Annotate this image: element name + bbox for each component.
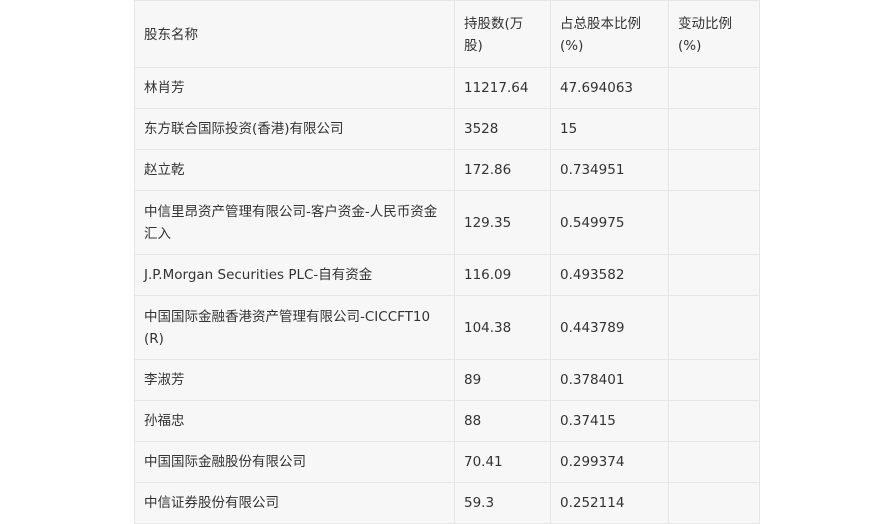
cell-name: J.P.Morgan Securities PLC-自有资金: [134, 254, 455, 296]
cell-shares: 11217.64: [454, 67, 551, 109]
shareholder-table: 股东名称 持股数(万股) 占总股本比例(%) 变动比例(%) 林肖芳 11217…: [134, 0, 760, 524]
cell-shares: 59.3: [454, 482, 551, 524]
header-change: 变动比例(%): [668, 0, 760, 68]
cell-name: 赵立乾: [134, 149, 455, 191]
table-row: 林肖芳 11217.64 47.694063: [134, 67, 760, 109]
table-row: 中信里昂资产管理有限公司-客户资金-人民币资金汇入 129.35 0.54997…: [134, 190, 760, 255]
cell-ratio: 47.694063: [550, 67, 669, 109]
cell-name: 中信里昂资产管理有限公司-客户资金-人民币资金汇入: [134, 190, 455, 255]
cell-ratio: 0.734951: [550, 149, 669, 191]
cell-shares: 104.38: [454, 295, 551, 360]
cell-name: 孙福忠: [134, 400, 455, 442]
cell-name: 中国国际金融香港资产管理有限公司-CICCFT10(R): [134, 295, 455, 360]
cell-ratio: 0.37415: [550, 400, 669, 442]
cell-name: 中信证券股份有限公司: [134, 482, 455, 524]
header-ratio: 占总股本比例(%): [550, 0, 669, 68]
cell-ratio: 0.493582: [550, 254, 669, 296]
table-row: J.P.Morgan Securities PLC-自有资金 116.09 0.…: [134, 254, 760, 296]
header-shareholder-name: 股东名称: [134, 0, 455, 68]
cell-change: [668, 149, 760, 191]
cell-ratio: 0.299374: [550, 441, 669, 483]
table-row: 中信证券股份有限公司 59.3 0.252114: [134, 482, 760, 524]
table-header-row: 股东名称 持股数(万股) 占总股本比例(%) 变动比例(%): [134, 0, 760, 68]
table-row: 中国国际金融香港资产管理有限公司-CICCFT10(R) 104.38 0.44…: [134, 295, 760, 360]
cell-shares: 3528: [454, 108, 551, 150]
cell-change: [668, 67, 760, 109]
cell-name: 林肖芳: [134, 67, 455, 109]
cell-name: 李淑芳: [134, 359, 455, 401]
cell-ratio: 0.378401: [550, 359, 669, 401]
cell-ratio: 0.549975: [550, 190, 669, 255]
cell-name: 中国国际金融股份有限公司: [134, 441, 455, 483]
cell-shares: 89: [454, 359, 551, 401]
cell-change: [668, 400, 760, 442]
cell-shares: 88: [454, 400, 551, 442]
cell-ratio: 0.443789: [550, 295, 669, 360]
table-row: 赵立乾 172.86 0.734951: [134, 149, 760, 191]
cell-ratio: 0.252114: [550, 482, 669, 524]
cell-change: [668, 254, 760, 296]
cell-change: [668, 441, 760, 483]
table-row: 中国国际金融股份有限公司 70.41 0.299374: [134, 441, 760, 483]
header-shares: 持股数(万股): [454, 0, 551, 68]
cell-shares: 129.35: [454, 190, 551, 255]
shareholder-table-container: 股东名称 持股数(万股) 占总股本比例(%) 变动比例(%) 林肖芳 11217…: [134, 0, 760, 524]
cell-shares: 172.86: [454, 149, 551, 191]
cell-ratio: 15: [550, 108, 669, 150]
cell-change: [668, 190, 760, 255]
cell-shares: 116.09: [454, 254, 551, 296]
cell-name: 东方联合国际投资(香港)有限公司: [134, 108, 455, 150]
cell-shares: 70.41: [454, 441, 551, 483]
cell-change: [668, 359, 760, 401]
table-row: 东方联合国际投资(香港)有限公司 3528 15: [134, 108, 760, 150]
cell-change: [668, 295, 760, 360]
table-row: 孙福忠 88 0.37415: [134, 400, 760, 442]
cell-change: [668, 108, 760, 150]
cell-change: [668, 482, 760, 524]
table-row: 李淑芳 89 0.378401: [134, 359, 760, 401]
